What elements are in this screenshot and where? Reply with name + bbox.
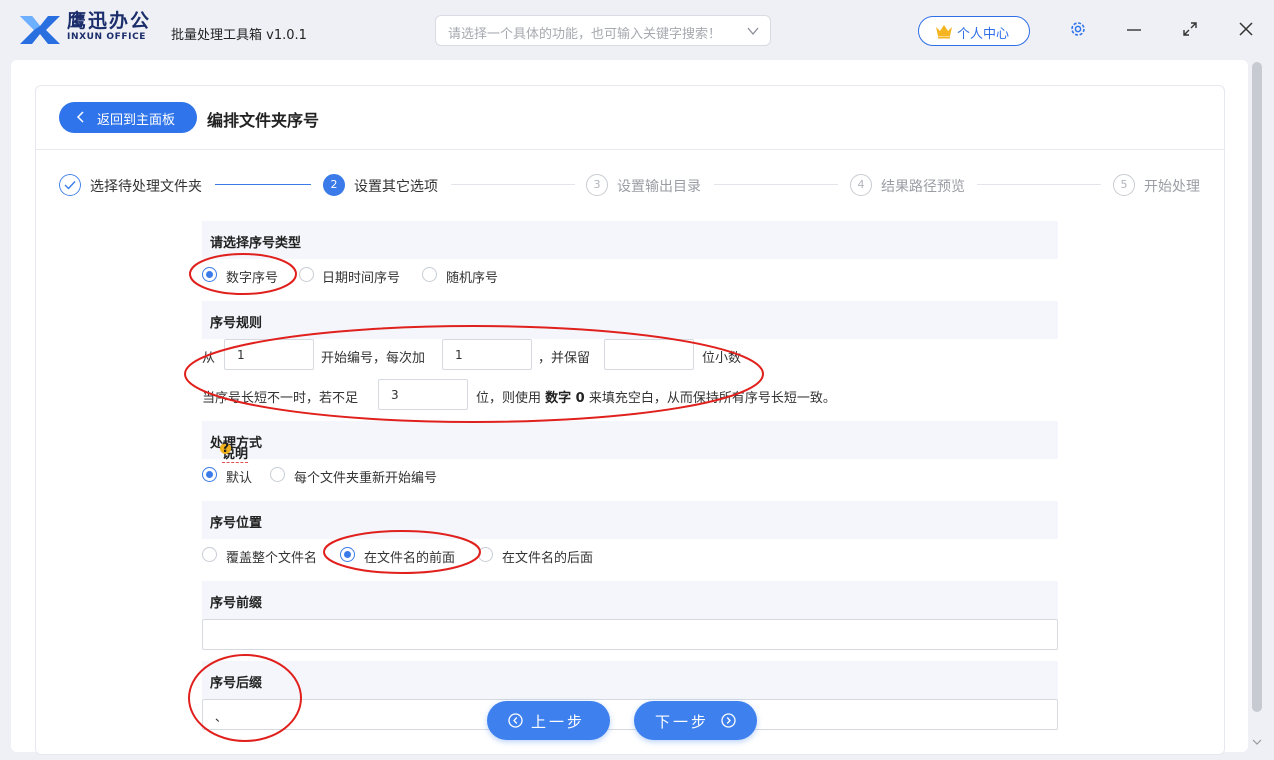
help-icon[interactable]: ?: [220, 442, 231, 455]
step-3-number: 3: [586, 174, 608, 196]
step-2-number: 2: [323, 174, 345, 196]
gear-icon[interactable]: [1069, 20, 1087, 38]
step-5-label: 开始处理: [1144, 179, 1200, 195]
pad-length-value: 3: [391, 388, 399, 402]
radio-position-after[interactable]: [478, 547, 493, 562]
radio-datetime[interactable]: [299, 267, 314, 282]
next-step-button[interactable]: 下一步: [634, 701, 757, 740]
section-mode-header: 处理方式 说明?: [202, 421, 1058, 463]
suffix-input[interactable]: 、: [202, 699, 1058, 730]
radio-position-replace[interactable]: [202, 547, 217, 562]
user-center-button[interactable]: 个人中心: [918, 16, 1030, 46]
section-type-header: 请选择序号类型: [202, 221, 1058, 259]
chevron-left-icon: [76, 111, 84, 123]
back-label: 返回到主面板: [97, 113, 176, 128]
radio-mode-default[interactable]: [202, 467, 217, 482]
rule-keep-text: ，并保留: [538, 351, 591, 366]
rule-from-text: 从: [202, 351, 216, 366]
minimize-icon[interactable]: [1125, 20, 1143, 38]
app-logo-icon: [20, 16, 60, 44]
suffix-value: 、: [215, 710, 228, 724]
step-4-label: 结果路径预览: [881, 179, 965, 195]
header-divider: [35, 149, 1225, 150]
option-random-label[interactable]: 随机序号: [446, 267, 498, 286]
radio-numeric[interactable]: [202, 267, 217, 282]
scrollbar-thumb[interactable]: [1252, 62, 1262, 712]
option-datetime-label[interactable]: 日期时间序号: [322, 267, 400, 286]
chevron-left-circle-icon: [508, 713, 523, 728]
section-position-header: 序号位置: [202, 501, 1058, 539]
section-suffix-header: 序号后缀: [202, 661, 1058, 699]
maximize-icon[interactable]: [1181, 20, 1199, 38]
rule-pad-mid: 位，则使用: [476, 391, 542, 406]
check-icon: [59, 174, 81, 196]
step-connector: [215, 184, 311, 185]
rule-start-text: 开始编号，每次加: [321, 351, 426, 366]
chevron-right-circle-icon: [721, 713, 736, 728]
step-4-number: 4: [850, 174, 872, 196]
start-number-value: 1: [237, 348, 245, 362]
logo-cn: 鹰迅办公: [67, 10, 152, 32]
section-position-title: 序号位置: [210, 516, 263, 531]
option-numeric-label[interactable]: 数字序号: [226, 267, 278, 286]
next-step-label: 下一步: [655, 713, 710, 731]
radio-mode-restart[interactable]: [270, 467, 285, 482]
option-position-after-label[interactable]: 在文件名的后面: [502, 547, 593, 566]
step-2-label: 设置其它选项: [354, 179, 438, 195]
section-mode-title: 处理方式 说明?: [210, 432, 262, 463]
app-title: 批量处理工具箱 v1.0.1: [171, 28, 307, 43]
user-center-label: 个人中心: [957, 27, 1010, 42]
rule-decimal-text: 位小数: [702, 351, 742, 366]
option-mode-restart-label[interactable]: 每个文件夹重新开始编号: [294, 467, 437, 486]
step-connector: [451, 184, 575, 185]
step-5-number: 5: [1113, 174, 1135, 196]
rule-pad-bold: 数字 0: [545, 391, 585, 406]
section-rule-title: 序号规则: [210, 316, 263, 331]
close-icon[interactable]: [1237, 20, 1255, 38]
section-prefix-title: 序号前缀: [210, 596, 263, 611]
section-rule-header: 序号规则: [202, 301, 1058, 339]
step-3-label: 设置输出目录: [617, 179, 701, 195]
scroll-down-arrow-icon[interactable]: [1252, 738, 1262, 746]
chevron-down-icon[interactable]: [746, 24, 760, 38]
rule-pad-sentence: 位，则使用 数字 0 来填充空白，从而保持所有序号长短一致。: [476, 387, 836, 406]
app-logo-text: 鹰迅办公 INXUN OFFICE: [67, 10, 151, 43]
title-bar: 鹰迅办公 INXUN OFFICE 批量处理工具箱 v1.0.1 请选择一个具体…: [0, 0, 1274, 60]
option-mode-default-label[interactable]: 默认: [226, 467, 252, 486]
increment-value: 1: [455, 348, 463, 362]
crown-icon: [936, 25, 952, 39]
page-title: 编排文件夹序号: [207, 111, 320, 130]
prefix-input[interactable]: [202, 619, 1058, 650]
prev-step-button[interactable]: 上一步: [487, 701, 610, 740]
prev-step-label: 上一步: [531, 713, 586, 731]
search-placeholder: 请选择一个具体的功能，也可输入关键字搜索！: [448, 27, 722, 42]
option-position-before-label[interactable]: 在文件名的前面: [364, 547, 455, 566]
step-connector: [977, 184, 1101, 185]
radio-position-before[interactable]: [340, 547, 355, 562]
rule-pad-prefix: 当序号长短不一时，若不足: [202, 391, 359, 406]
step-connector: [714, 184, 838, 185]
increment-input[interactable]: 1: [442, 339, 532, 370]
rule-pad-suffix: 来填充空白，从而保持所有序号长短一致。: [588, 391, 836, 406]
section-type-title: 请选择序号类型: [210, 236, 302, 251]
radio-random[interactable]: [422, 267, 437, 282]
option-position-replace-label[interactable]: 覆盖整个文件名: [226, 547, 317, 566]
start-number-input[interactable]: 1: [224, 339, 314, 370]
logo-en: INXUN OFFICE: [67, 32, 147, 42]
section-suffix-title: 序号后缀: [210, 676, 263, 691]
function-search-input[interactable]: 请选择一个具体的功能，也可输入关键字搜索！: [435, 15, 771, 46]
section-prefix-header: 序号前缀: [202, 581, 1058, 619]
step-1-label: 选择待处理文件夹: [90, 179, 202, 195]
pad-length-input[interactable]: 3: [378, 379, 468, 410]
decimal-places-input[interactable]: [604, 339, 694, 370]
back-to-main-button[interactable]: 返回到主面板: [59, 102, 197, 133]
